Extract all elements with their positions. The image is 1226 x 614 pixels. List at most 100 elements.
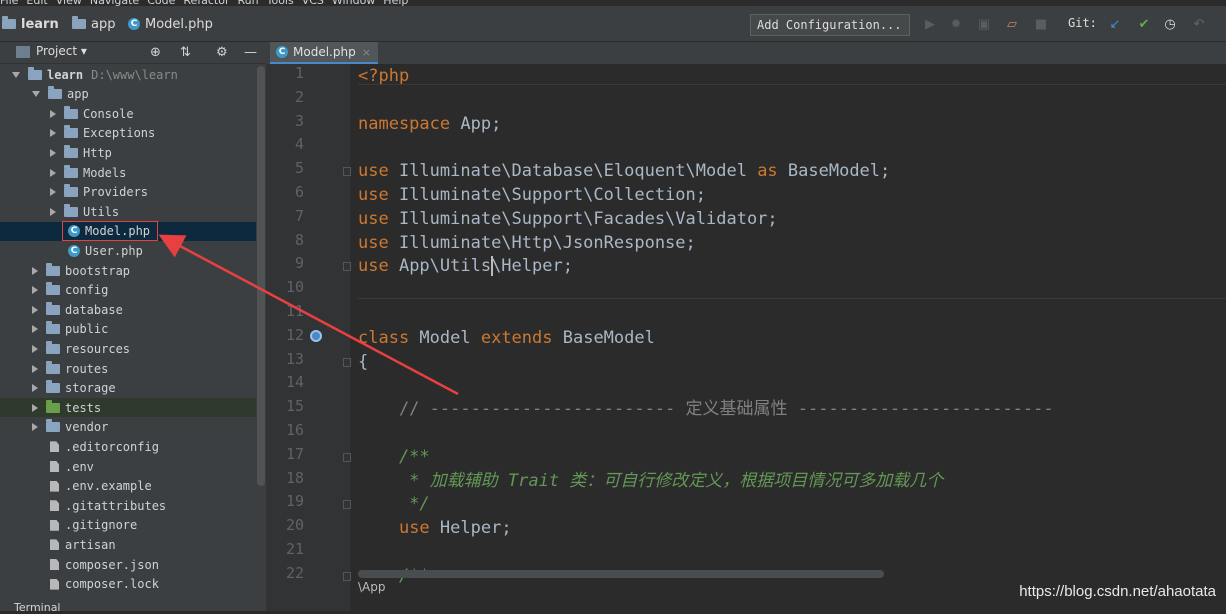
tree-item-app[interactable]: app (0, 85, 256, 104)
folder-icon (72, 16, 86, 29)
target-icon[interactable]: ⊕ (150, 45, 161, 60)
rollback-icon[interactable]: ↶ (1191, 16, 1207, 32)
run-icon[interactable]: ▶ (922, 16, 938, 32)
tree-item-composer-json[interactable]: composer.json (0, 555, 256, 574)
tree-item-database[interactable]: database (0, 300, 256, 319)
terminal-tab[interactable]: Terminal (14, 601, 61, 614)
tree-scrollbar[interactable] (257, 66, 265, 486)
line-number: 12 (285, 325, 304, 344)
line-number: 17 (285, 444, 304, 463)
collapse-arrow-icon[interactable] (32, 344, 38, 353)
breadcrumb-model-php[interactable]: C Model.php (128, 16, 213, 32)
tree-item-models[interactable]: Models (0, 163, 256, 182)
tree-item-http[interactable]: Http (0, 143, 256, 162)
tree-item-artisan[interactable]: artisan (0, 535, 256, 554)
collapse-arrow-icon[interactable] (32, 384, 38, 393)
tree-item-user-php[interactable]: C User.php (0, 241, 256, 260)
expand-arrow-icon[interactable] (32, 91, 40, 98)
code-line: use Helper; (358, 516, 512, 540)
folder-icon (64, 164, 78, 178)
expand-arrow-icon[interactable] (12, 71, 20, 78)
project-panel-header: Project ▾ ⊕ ⇅ ⚙ — (0, 42, 266, 64)
file-icon (50, 578, 59, 590)
tree-item-label: app (67, 87, 89, 102)
line-number: 10 (285, 278, 304, 297)
tree-item-providers[interactable]: Providers (0, 183, 256, 202)
tree-item-composer-lock[interactable]: composer.lock (0, 575, 256, 594)
fold-marker-icon[interactable] (343, 452, 351, 462)
fold-marker-icon[interactable] (343, 500, 351, 510)
code-line: use App\Utils\Helper; (358, 254, 573, 278)
collapse-arrow-icon[interactable] (32, 423, 38, 432)
debug-icon[interactable]: ✹ (948, 16, 964, 32)
code-token: Illuminate\Database\Eloquent\Model (388, 161, 758, 182)
collapse-arrow-icon[interactable] (50, 168, 56, 177)
gear-icon[interactable]: ⚙ (216, 45, 228, 60)
tree-item-tests[interactable]: tests (0, 398, 256, 418)
profile-icon[interactable]: ⏥ (1004, 16, 1020, 32)
fold-marker-icon[interactable] (343, 167, 351, 177)
collapse-arrow-icon[interactable] (32, 325, 38, 334)
vcs-update-icon[interactable]: ↙ (1107, 16, 1123, 32)
tree-item-resources[interactable]: resources (0, 339, 256, 358)
collapse-arrow-icon[interactable] (32, 403, 38, 412)
tree-item-exceptions[interactable]: Exceptions (0, 124, 256, 143)
close-icon[interactable]: × (362, 46, 371, 59)
collapse-icon[interactable]: ⇅ (180, 45, 191, 60)
tree-item-bootstrap[interactable]: bootstrap (0, 261, 256, 280)
method-separator (358, 298, 1226, 299)
tree-item-env[interactable]: .env (0, 457, 256, 476)
code-token: Illuminate\Support\Facades\Validator; (388, 208, 778, 229)
tree-item-storage[interactable]: storage (0, 379, 256, 398)
code-token: App\Utils\Helper; (388, 256, 573, 277)
php-file-icon: C (128, 18, 140, 30)
tab-model-php[interactable]: C Model.php × (270, 42, 378, 64)
tree-item-label: routes (65, 361, 109, 376)
breadcrumb-app[interactable]: app (72, 16, 115, 32)
vcs-commit-icon[interactable]: ✔ (1136, 16, 1152, 32)
history-icon[interactable]: ◷ (1162, 16, 1178, 32)
tree-item-console[interactable]: Console (0, 104, 256, 123)
collapse-arrow-icon[interactable] (50, 207, 56, 216)
tree-item-public[interactable]: public (0, 320, 256, 339)
fold-marker-icon[interactable] (343, 357, 351, 367)
collapse-arrow-icon[interactable] (32, 364, 38, 373)
code-line: // ------------------------ 定义基础属性 -----… (358, 397, 1054, 421)
add-configuration-button[interactable]: Add Configuration... (750, 14, 910, 36)
tree-item-label: composer.json (65, 557, 159, 572)
coverage-icon[interactable]: ▣ (976, 16, 992, 32)
code-line: use Illuminate\Support\Collection; (358, 183, 706, 207)
collapse-arrow-icon[interactable] (32, 305, 38, 314)
minimize-icon[interactable]: — (244, 45, 257, 60)
tree-item-editorconfig[interactable]: .editorconfig (0, 437, 256, 456)
collapse-arrow-icon[interactable] (50, 109, 56, 118)
tree-item-utils[interactable]: Utils (0, 202, 256, 221)
tree-item-gitattributes[interactable]: .gitattributes (0, 496, 256, 515)
folder-icon (46, 340, 60, 354)
tree-item-routes[interactable]: routes (0, 359, 256, 378)
tree-item-env-example[interactable]: .env.example (0, 477, 256, 496)
code-view[interactable]: <?php namespace App; use Illuminate\Databa… (358, 64, 1226, 611)
project-title[interactable]: Project ▾ (36, 44, 87, 58)
collapse-arrow-icon[interactable] (50, 188, 56, 197)
tree-item-config[interactable]: config (0, 281, 256, 300)
code-line: use Illuminate\Database\Eloquent\Model a… (358, 159, 890, 183)
collapse-arrow-icon[interactable] (50, 148, 56, 157)
stop-icon[interactable]: ■ (1033, 16, 1049, 32)
tree-item-label: composer.lock (65, 577, 159, 592)
breadcrumb-learn[interactable]: learn (2, 16, 59, 32)
collapse-arrow-icon[interactable] (50, 129, 56, 138)
code-token: class (358, 327, 410, 348)
tree-item-gitignore[interactable]: .gitignore (0, 516, 256, 535)
horizontal-scrollbar[interactable] (358, 570, 884, 578)
tree-item-vendor[interactable]: vendor (0, 418, 256, 437)
override-marker-icon[interactable] (310, 329, 322, 342)
collapse-arrow-icon[interactable] (32, 286, 38, 295)
code-token: Illuminate\Support\Collection; (388, 185, 706, 205)
tree-item-learn[interactable]: learn D:\www\learn (0, 65, 256, 84)
fold-marker-icon[interactable] (343, 571, 351, 581)
collapse-arrow-icon[interactable] (32, 266, 38, 275)
fold-marker-icon[interactable] (343, 262, 351, 272)
tree-item-model-php[interactable]: C Model.php (0, 221, 256, 241)
